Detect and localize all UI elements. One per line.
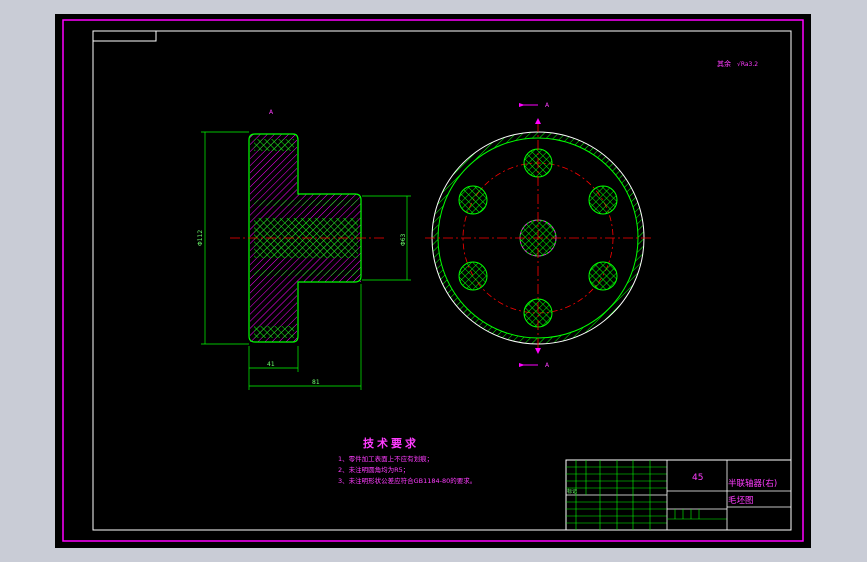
tech-req-item-1: 1、零件加工表面上不应有划痕；	[338, 454, 433, 463]
title-block-mark-label: 标记	[567, 488, 577, 495]
keyway-hatch-lower	[254, 270, 358, 276]
front-view: A A	[425, 102, 653, 369]
bolt-hole	[458, 261, 488, 291]
cad-sheet: 其余 √Ra3.2 A Φ112 Φ63 41 81 A A 技术要求 1、零件…	[0, 0, 867, 562]
keyway-hatch	[254, 200, 358, 206]
material-value: 45	[692, 473, 703, 483]
dim-height-label: Φ112	[197, 230, 204, 246]
corner-code-box	[92, 30, 157, 42]
upper-bore-hatch	[254, 139, 294, 151]
tech-req-item-3: 3、未注明形状公差应符合GB1184-80的要求。	[338, 476, 476, 485]
bolt-hole	[458, 185, 488, 215]
roughness-symbol: √Ra3.2	[737, 61, 758, 68]
section-marker: A	[269, 109, 274, 116]
drawing-svg: 其余 √Ra3.2 A Φ112 Φ63 41 81 A A 技术要求 1、零件…	[62, 19, 804, 542]
title-block: 标记 45 半联轴器(右) 毛坯图	[565, 459, 792, 531]
bolt-hole	[588, 185, 618, 215]
tech-req-title: 技术要求	[363, 436, 419, 450]
dim-total-label: 81	[312, 379, 320, 386]
tech-req-item-2: 2、未注明圆角均为R5；	[338, 465, 409, 474]
bolt-hole	[588, 261, 618, 291]
part-name: 半联轴器(右)	[728, 478, 777, 489]
section-view: A Φ112 Φ63 41 81	[197, 109, 411, 390]
dim-hub-label: Φ63	[400, 233, 407, 246]
section-label-bottom: A	[545, 362, 550, 369]
section-label-top: A	[545, 102, 550, 109]
drawing-canvas[interactable]: 其余 √Ra3.2 A Φ112 Φ63 41 81 A A 技术要求 1、零件…	[55, 14, 811, 548]
roughness-note: 其余	[717, 59, 731, 68]
drawing-type: 毛坯图	[728, 495, 754, 506]
dim-flange-label: 41	[267, 361, 275, 368]
technical-requirements: 技术要求 1、零件加工表面上不应有划痕； 2、未注明圆角均为R5； 3、未注明形…	[338, 436, 476, 485]
lower-bore-hatch	[254, 326, 294, 338]
